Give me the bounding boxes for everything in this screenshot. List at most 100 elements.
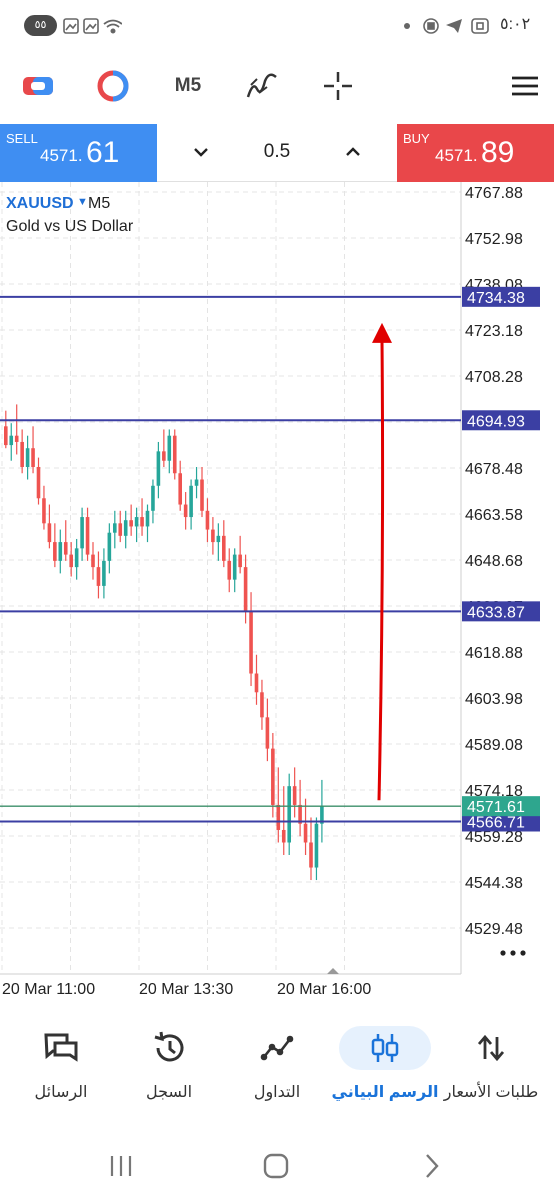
trade-toggle-button[interactable]: [20, 66, 56, 106]
candle-body: [85, 517, 90, 555]
candle-body: [292, 786, 297, 805]
x-tick-label: 20 Mar 16:00: [277, 981, 371, 998]
nav-label-trade: التداول: [253, 1084, 301, 1101]
sell-label: SELL: [6, 131, 38, 146]
recent-apps-icon[interactable]: [108, 1154, 136, 1178]
candle-body: [238, 554, 242, 568]
candle-body: [123, 520, 128, 536]
draw-button[interactable]: [244, 66, 280, 106]
candle-body: [102, 560, 106, 586]
y-tick-label: 4708.28: [465, 369, 523, 386]
nav-quotes[interactable]: طلبات الأسعار: [436, 1022, 546, 1118]
dot-icon: [404, 23, 410, 29]
nav-label-history: السجل: [145, 1084, 193, 1101]
draw-icon: [246, 73, 277, 98]
candle-body: [189, 485, 193, 518]
candle-body: [178, 473, 182, 505]
candle-body: [281, 829, 286, 843]
buy-button[interactable]: BUY 4571. 89: [397, 124, 554, 182]
indicators-icon: [97, 70, 129, 102]
y-tick-label: 4767.88: [465, 185, 523, 202]
sell-price-small: 4571.: [40, 146, 83, 165]
nav-trade[interactable]: التداول: [222, 1022, 332, 1118]
buy-price-big: 89: [481, 136, 515, 169]
candle-body: [314, 823, 319, 868]
candle-body: [194, 479, 199, 486]
history-icon: [123, 1026, 215, 1070]
candle-body: [25, 448, 30, 467]
candle-body: [151, 485, 155, 511]
volume-control: 0.5: [157, 124, 397, 182]
nav-label-messages: الرسائل: [34, 1084, 88, 1101]
gallery-icon: [63, 18, 79, 34]
y-tick-label: 4603.98: [465, 691, 523, 708]
system-navigation-bar: [0, 1132, 554, 1200]
x-tick-label: 20 Mar 13:30: [139, 981, 233, 998]
chart-canvas[interactable]: 4767.884752.984738.084723.184708.284694.…: [0, 182, 554, 1004]
candle-body: [58, 542, 63, 561]
status-icons-left: [63, 18, 122, 34]
candle-body: [249, 610, 253, 674]
trade-icon: [231, 1026, 323, 1070]
candle-body: [303, 823, 308, 843]
horizontal-line-label: 4734.38: [467, 290, 525, 307]
more-options-icon: [520, 950, 526, 956]
y-tick-label: 4544.38: [465, 875, 523, 892]
nav-messages[interactable]: الرسائل: [6, 1022, 116, 1118]
y-tick-label: 4648.68: [465, 553, 523, 570]
candle-body: [53, 542, 57, 561]
candle-body: [167, 435, 172, 461]
nav-label-quotes: طلبات الأسعار: [443, 1084, 539, 1101]
timeframe-button[interactable]: M5: [166, 66, 210, 106]
candle-body: [222, 535, 226, 561]
nav-label-chart: الرسم البياني: [331, 1084, 439, 1101]
y-tick-label: 4559.28: [465, 829, 523, 846]
trade-toggle-icon: [23, 77, 53, 95]
chart-symbol[interactable]: XAUUSD: [6, 195, 74, 213]
chart-toolbar: M5: [0, 52, 554, 124]
candle-body: [227, 560, 232, 580]
y-tick-label: 4723.18: [465, 323, 523, 340]
candle-body: [309, 842, 313, 868]
wifi-icon: [103, 19, 122, 34]
screen-record-icon: [423, 18, 439, 34]
chart-timeframe: M5: [88, 195, 111, 212]
candle-body: [113, 523, 117, 533]
candle-body: [216, 535, 221, 543]
nav-history[interactable]: السجل: [114, 1022, 224, 1118]
home-icon[interactable]: [262, 1152, 290, 1180]
candle-body: [20, 441, 24, 467]
nav-chart[interactable]: الرسم البياني: [330, 1022, 440, 1118]
candle-body: [47, 523, 52, 543]
candle-body: [42, 498, 46, 524]
menu-button[interactable]: [508, 66, 542, 106]
candle-body: [260, 692, 264, 718]
y-tick-label: 4678.48: [465, 461, 523, 478]
bottom-navigation: الرسائل السجل التداول الرسم البياني طلبا…: [0, 1004, 554, 1132]
symbol-dropdown-icon[interactable]: ▼: [77, 196, 88, 208]
y-tick-label: 4529.48: [465, 921, 523, 938]
buy-price-small: 4571.: [435, 146, 478, 165]
telegram-icon: [446, 19, 462, 33]
candle-body: [265, 717, 270, 749]
chart-description: Gold vs US Dollar: [6, 218, 134, 235]
sell-button[interactable]: SELL 4571. 61: [0, 124, 157, 182]
candle-body: [80, 517, 84, 549]
candle-body: [69, 554, 73, 568]
status-bar: ٥٥ ٥:٠٢: [0, 0, 554, 52]
candle-body: [205, 510, 210, 530]
chart-icon: [339, 1026, 431, 1070]
candle-body: [287, 786, 291, 843]
volume-increase-button[interactable]: [343, 142, 363, 162]
back-icon[interactable]: [422, 1152, 442, 1180]
status-time: ٥:٠٢: [500, 16, 531, 33]
candle-body: [31, 448, 35, 467]
price-chart[interactable]: 4767.884752.984738.084723.184708.284694.…: [0, 182, 554, 1004]
candle-body: [129, 520, 133, 527]
crosshair-button[interactable]: [320, 66, 356, 106]
indicators-button[interactable]: [95, 66, 131, 106]
y-tick-label: 4752.98: [465, 231, 523, 248]
candle-body: [134, 517, 139, 527]
candle-body: [162, 451, 166, 461]
candle-body: [107, 532, 112, 561]
